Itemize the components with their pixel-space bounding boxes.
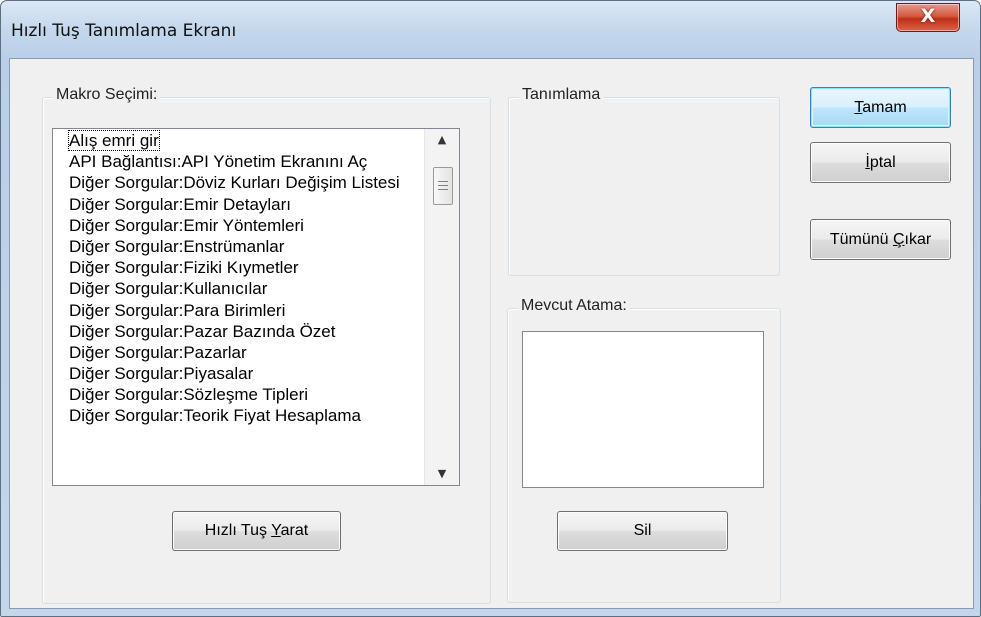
list-item[interactable]: Diğer Sorgular:Fiziki Kıymetler [53,257,423,278]
list-item[interactable]: Diğer Sorgular:Emir Yöntemleri [53,215,423,236]
list-item-label: Alış emri gir [68,130,160,151]
list-item-label: Diğer Sorgular:Emir Detayları [69,194,292,214]
list-item[interactable]: Diğer Sorgular:Pazarlar [53,342,423,363]
current-assignment-box[interactable] [522,331,764,488]
scrollbar-thumb[interactable] [433,167,453,205]
macro-list-items: Alış emri gir API Bağlantısı:API Yönetim … [53,130,423,484]
list-item-label: Diğer Sorgular:Enstrümanlar [69,236,285,256]
close-button[interactable]: X [896,3,960,32]
window-title: Hızlı Tuş Tanımlama Ekranı [11,21,237,41]
list-item-label: Diğer Sorgular:Kullanıcılar [69,279,268,299]
list-item-label: Diğer Sorgular:Fiziki Kıymetler [69,258,299,278]
create-hotkey-button[interactable]: Hızlı Tuş Yarat [172,511,341,551]
list-item-label: API Bağlantısı:API Yönetim Ekranını Aç [69,152,368,172]
list-item[interactable]: Alış emri gir [53,130,423,151]
list-item[interactable]: Diğer Sorgular:Teorik Fiyat Hesaplama [53,405,423,426]
remove-all-button[interactable]: Tümünü Çıkar [810,219,951,260]
vertical-scrollbar[interactable]: ▲ ▼ [424,129,459,485]
list-item-label: Diğer Sorgular:Emir Yöntemleri [69,215,304,235]
cancel-button[interactable]: İptal [810,142,951,183]
list-item[interactable]: Diğer Sorgular:Döviz Kurları Değişim Lis… [53,172,423,193]
list-item-label: Diğer Sorgular:Pazarlar [69,342,247,362]
list-item[interactable]: Diğer Sorgular:Sözleşme Tipleri [53,384,423,405]
scroll-down-arrow-icon[interactable]: ▼ [425,463,459,485]
close-icon: X [920,5,936,27]
list-item-label: Diğer Sorgular:Teorik Fiyat Hesaplama [69,406,361,426]
macro-listbox[interactable]: Alış emri gir API Bağlantısı:API Yönetim … [52,128,460,486]
current-assignment-legend: Mevcut Atama: [518,297,630,315]
list-item[interactable]: Diğer Sorgular:Piyasalar [53,363,423,384]
list-item-label: Diğer Sorgular:Para Birimleri [69,300,286,320]
macro-selection-legend: Makro Seçimi: [53,86,161,104]
list-item-label: Diğer Sorgular:Piyasalar [69,364,254,384]
list-item[interactable]: Diğer Sorgular:Enstrümanlar [53,236,423,257]
list-item[interactable]: API Bağlantısı:API Yönetim Ekranını Aç [53,151,423,172]
list-item-label: Diğer Sorgular:Döviz Kurları Değişim Lis… [69,173,400,193]
definition-legend: Tanımlama [519,86,604,104]
list-item-label: Diğer Sorgular:Sözleşme Tipleri [69,385,309,405]
list-item-label: Diğer Sorgular:Pazar Bazında Özet [69,321,336,341]
title-bar[interactable]: Hızlı Tuş Tanımlama Ekranı X [1,1,980,57]
definition-group: Tanımlama [508,86,780,276]
ok-button[interactable]: Tamam [810,87,951,128]
list-item[interactable]: Diğer Sorgular:Emir Detayları [53,194,423,215]
list-item[interactable]: Diğer Sorgular:Para Birimleri [53,300,423,321]
delete-button[interactable]: Sil [557,511,728,551]
scroll-up-arrow-icon[interactable]: ▲ [425,129,459,151]
list-item[interactable]: Diğer Sorgular:Pazar Bazında Özet [53,321,423,342]
list-item[interactable]: Diğer Sorgular:Kullanıcılar [53,278,423,299]
